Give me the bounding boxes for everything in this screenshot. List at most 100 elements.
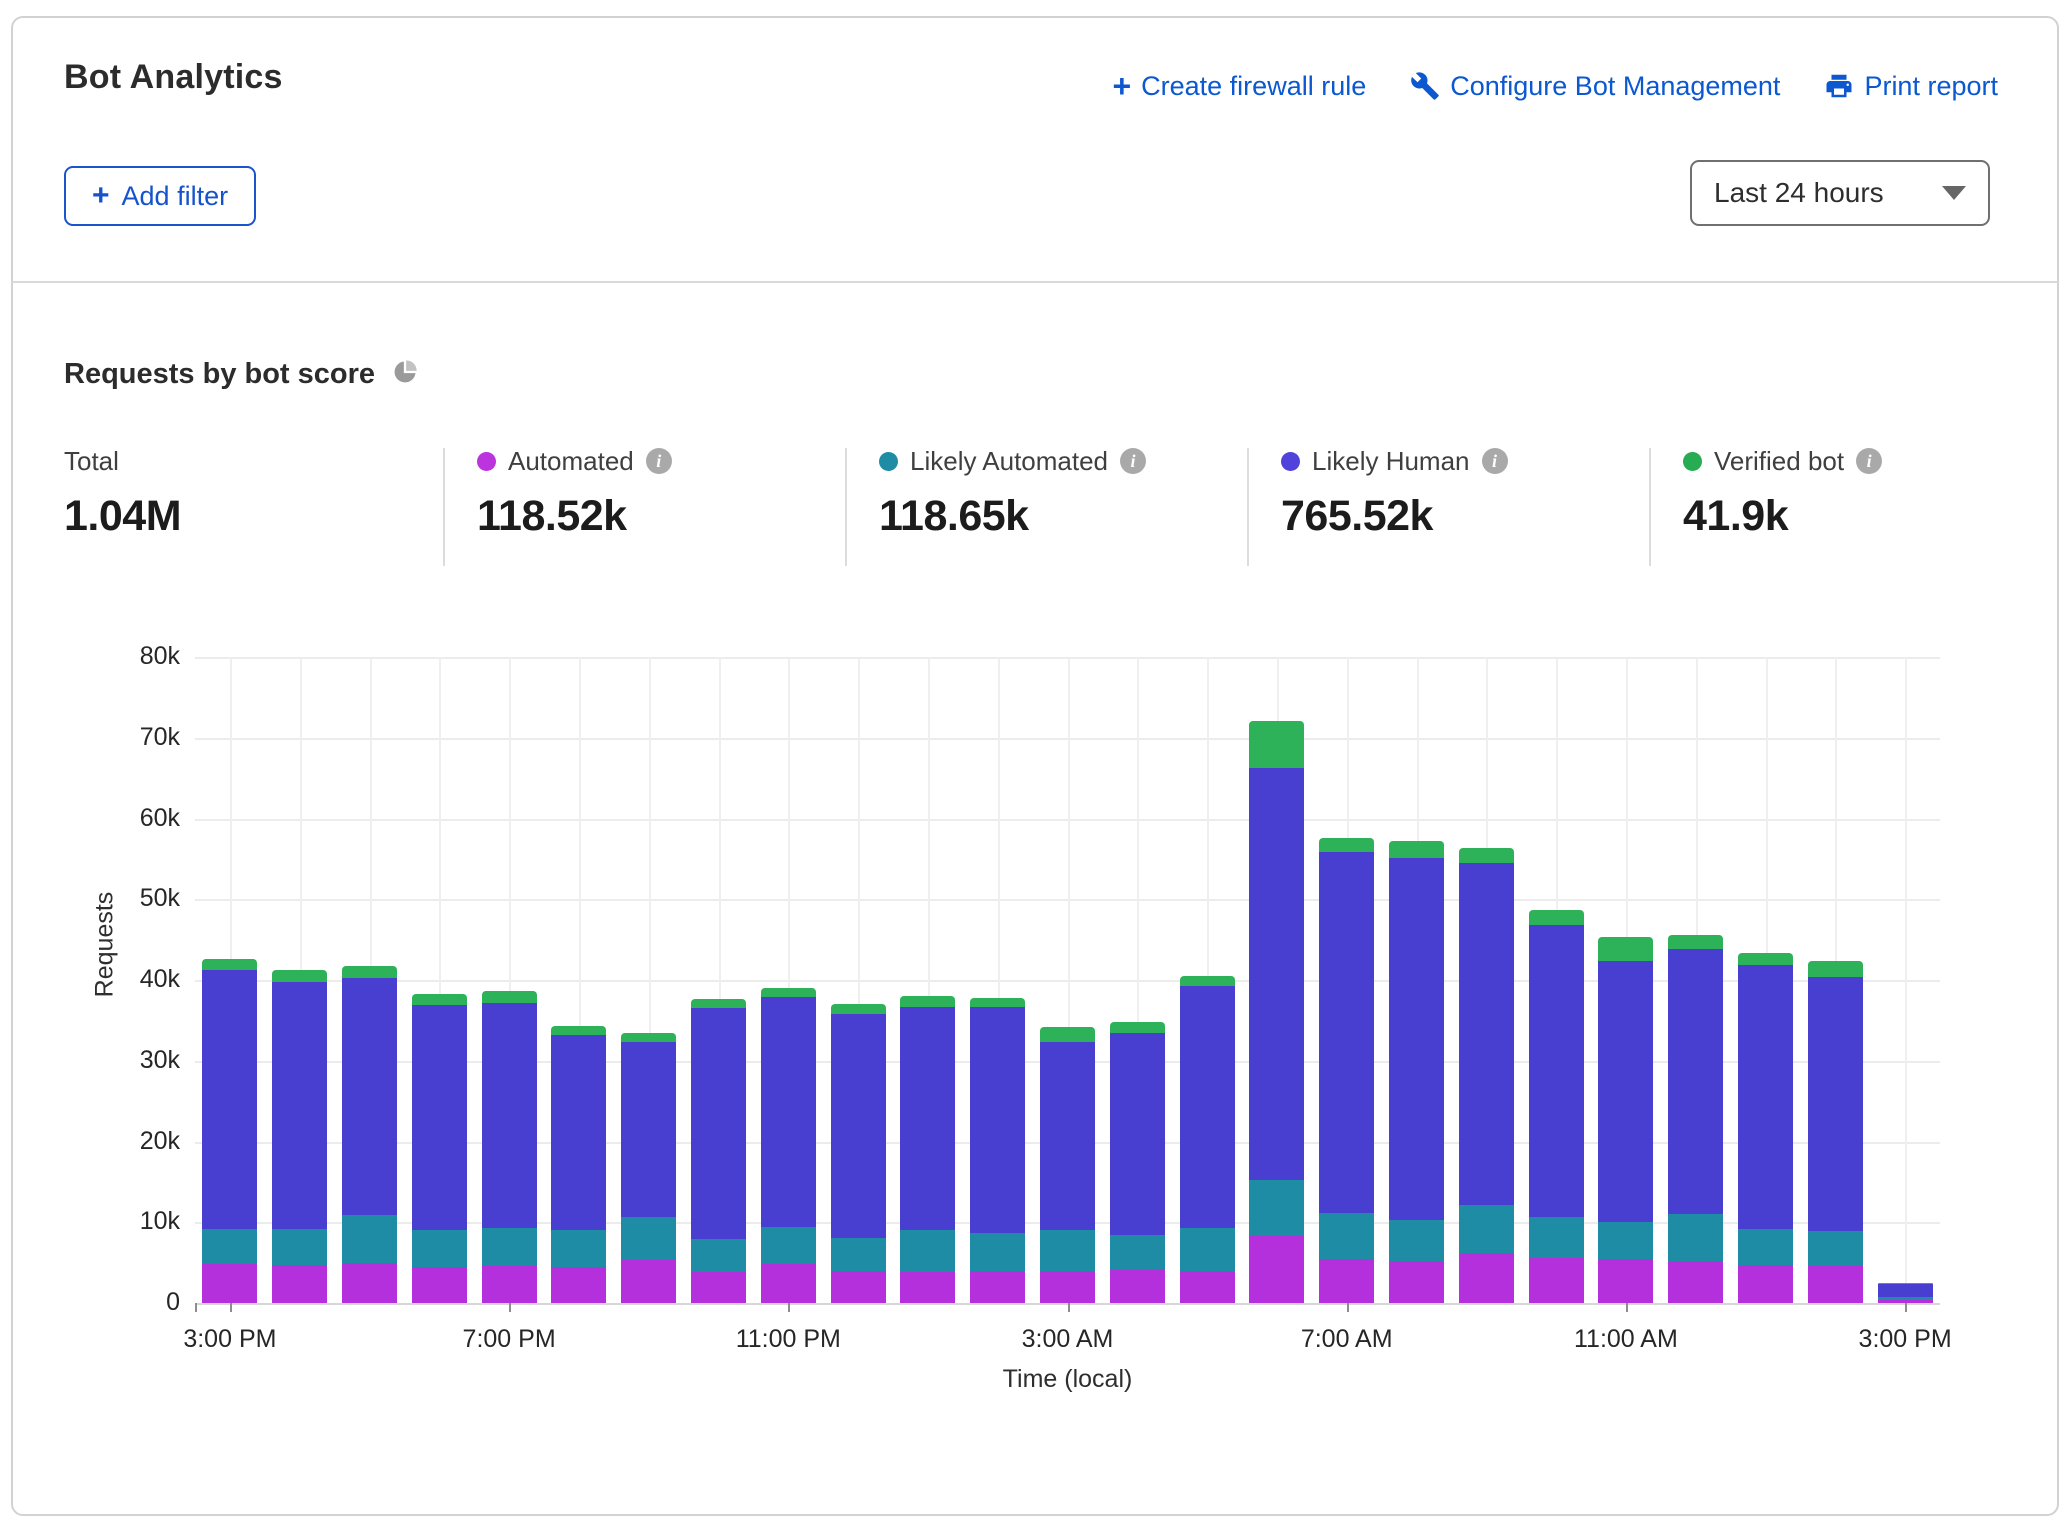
bar-segment-automated	[272, 1265, 327, 1303]
header-divider	[12, 281, 2058, 283]
y-axis-tick-label: 40k	[100, 965, 180, 994]
x-axis-tick	[195, 1303, 197, 1312]
y-axis-tick-label: 80k	[100, 642, 180, 671]
x-axis-tick	[1068, 1303, 1070, 1312]
add-filter-label: Add filter	[122, 181, 229, 212]
bar-segment-likely-human	[1319, 852, 1374, 1212]
bar-segment-likely-human	[412, 1005, 467, 1230]
bar-segment-automated	[621, 1260, 676, 1303]
bar-segment-likely-human	[1668, 949, 1723, 1214]
bar-segment-likely-automated	[831, 1238, 886, 1271]
bar-segment-verified-bot	[761, 988, 816, 997]
x-axis-tick-label: 7:00 PM	[463, 1325, 556, 1354]
bar-segment-likely-automated	[761, 1227, 816, 1264]
y-axis-tick-label: 60k	[100, 804, 180, 833]
bar-segment-likely-human	[1180, 986, 1235, 1227]
stat-separator	[1247, 448, 1249, 566]
bar-segment-likely-human	[272, 982, 327, 1229]
bar-segment-likely-automated	[1319, 1213, 1374, 1260]
bar-segment-likely-human	[900, 1007, 955, 1231]
info-icon[interactable]: i	[646, 448, 672, 474]
bar-segment-automated	[1459, 1253, 1514, 1303]
bar-segment-likely-automated	[1668, 1214, 1723, 1261]
bar-segment-verified-bot	[1249, 721, 1304, 769]
stat-value: 118.65k	[879, 492, 1239, 541]
bar-segment-likely-automated	[1040, 1230, 1095, 1270]
bar-segment-likely-human	[1249, 768, 1304, 1180]
bar-segment-likely-automated	[1808, 1231, 1863, 1266]
x-axis-tick	[1626, 1303, 1628, 1312]
bar-segment-automated	[1249, 1236, 1304, 1303]
bar-segment-likely-human	[1808, 977, 1863, 1231]
y-axis-tick-label: 30k	[100, 1046, 180, 1075]
bar-segment-likely-automated	[970, 1233, 1025, 1271]
bar-segment-verified-bot	[272, 970, 327, 981]
likely-human-legend-dot	[1281, 452, 1300, 471]
create-firewall-rule-link[interactable]: + Create firewall rule	[1112, 70, 1366, 102]
info-icon[interactable]: i	[1120, 448, 1146, 474]
stat-value: 765.52k	[1281, 492, 1641, 541]
bar-segment-likely-human	[1389, 858, 1444, 1220]
time-range-select[interactable]: Last 24 hours	[1690, 160, 1990, 226]
bar-segment-likely-automated	[1878, 1297, 1933, 1300]
x-axis-tick-label: 11:00 PM	[736, 1325, 841, 1354]
configure-bot-management-link[interactable]: Configure Bot Management	[1410, 71, 1780, 102]
chevron-down-icon	[1942, 186, 1966, 200]
bar-3:00 PM	[202, 959, 257, 1303]
bar-11:00 PM	[761, 988, 816, 1303]
info-icon[interactable]: i	[1856, 448, 1882, 474]
bar-segment-verified-bot	[1668, 935, 1723, 950]
stat-likely-automated: Likely Automated i 118.65k	[879, 444, 1239, 541]
bar-segment-likely-human	[831, 1014, 886, 1238]
bar-segment-automated	[1319, 1259, 1374, 1303]
bar-9:00 PM	[621, 1033, 676, 1304]
y-axis-tick-label: 50k	[100, 884, 180, 913]
x-axis-tick	[1905, 1303, 1907, 1312]
bar-segment-likely-human	[761, 997, 816, 1227]
bar-segment-automated	[691, 1272, 746, 1303]
bar-segment-automated	[1738, 1265, 1793, 1303]
x-axis-tick-label: 3:00 AM	[1022, 1325, 1114, 1354]
bar-segment-verified-bot	[1529, 910, 1584, 925]
bar-segment-verified-bot	[1459, 848, 1514, 863]
bar-10:00 AM	[1529, 910, 1584, 1303]
bar-segment-likely-automated	[1598, 1222, 1653, 1259]
x-axis-tick	[230, 1303, 232, 1312]
info-icon[interactable]: i	[1482, 448, 1508, 474]
bar-segment-likely-human	[621, 1042, 676, 1217]
create-firewall-rule-label: Create firewall rule	[1141, 71, 1366, 102]
bar-segment-likely-automated	[1738, 1229, 1793, 1265]
bar-segment-automated	[482, 1266, 537, 1303]
bar-segment-likely-human	[482, 1003, 537, 1228]
bar-3:00 AM	[1040, 1027, 1095, 1303]
bar-segment-automated	[761, 1264, 816, 1303]
bar-segment-likely-human	[1459, 863, 1514, 1205]
bar-segment-likely-automated	[621, 1217, 676, 1260]
bar-segment-verified-bot	[621, 1033, 676, 1043]
bar-segment-likely-automated	[900, 1230, 955, 1272]
y-axis-tick-label: 20k	[100, 1127, 180, 1156]
print-report-link[interactable]: Print report	[1824, 71, 1998, 102]
stacked-bar-chart	[195, 657, 1940, 1303]
stat-likely-human: Likely Human i 765.52k	[1281, 444, 1641, 541]
bar-segment-verified-bot	[1808, 961, 1863, 977]
stat-separator	[1649, 448, 1651, 566]
header-actions: + Create firewall rule Configure Bot Man…	[1112, 70, 1998, 102]
bar-segment-likely-automated	[691, 1239, 746, 1272]
printer-icon	[1824, 71, 1854, 101]
section-heading-label: Requests by bot score	[64, 358, 375, 391]
bar-segment-automated	[1040, 1271, 1095, 1303]
bar-segment-automated	[412, 1267, 467, 1303]
bar-segment-likely-automated	[1459, 1205, 1514, 1253]
bar-segment-verified-bot	[551, 1026, 606, 1035]
add-filter-button[interactable]: + Add filter	[64, 166, 256, 226]
bar-segment-verified-bot	[1319, 838, 1374, 853]
y-axis-tick-label: 70k	[100, 723, 180, 752]
bar-segment-automated	[202, 1264, 257, 1303]
bar-segment-verified-bot	[1389, 841, 1444, 858]
bar-segment-likely-human	[1878, 1284, 1933, 1297]
stat-label: Likely Human	[1312, 446, 1470, 477]
bar-10:00 PM	[691, 999, 746, 1303]
stat-value: 41.9k	[1683, 492, 2043, 541]
bar-6:00 PM	[412, 994, 467, 1303]
